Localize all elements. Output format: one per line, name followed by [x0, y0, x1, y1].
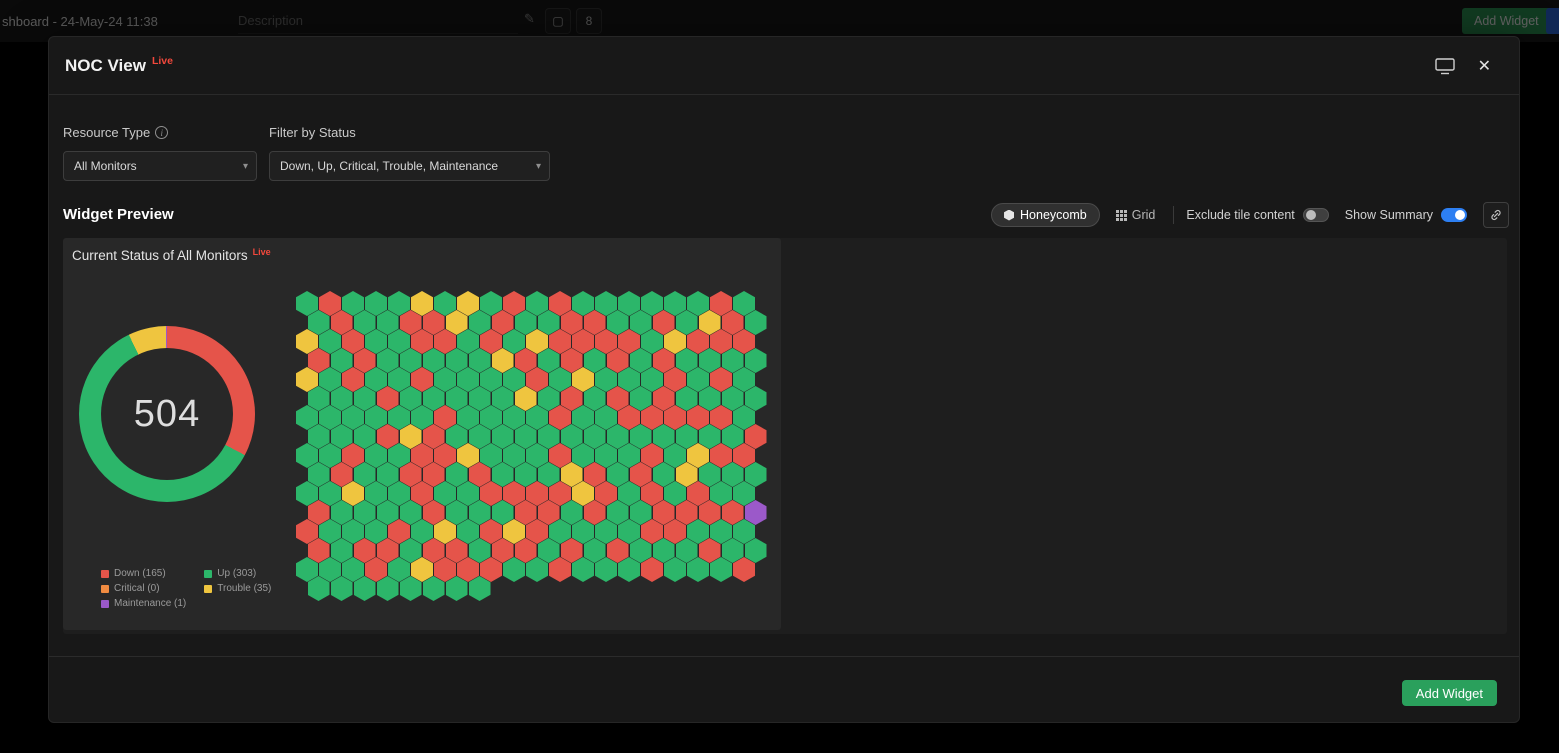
noc-widget-card: Current Status of All Monitors Live 504 D… [63, 238, 781, 630]
modal-title-text: NOC View [65, 56, 146, 75]
legend-item-maintenance: Maintenance (1) [101, 598, 186, 609]
live-badge: Live [152, 55, 173, 67]
chevron-down-icon: ▾ [536, 161, 541, 172]
widget-title-text: Current Status of All Monitors [72, 248, 248, 263]
exclude-tile-toggle[interactable] [1303, 208, 1329, 222]
view-toggle-grid[interactable]: Grid [1110, 204, 1162, 226]
grid-label: Grid [1132, 208, 1156, 222]
legend-swatch [101, 600, 109, 608]
filter-status-label-text: Filter by Status [269, 125, 356, 140]
controls-divider [1173, 206, 1174, 224]
resource-type-label: Resource Type i [63, 125, 168, 140]
legend-label: Trouble (35) [217, 583, 271, 594]
view-toggle-honeycomb[interactable]: Honeycomb [991, 203, 1100, 227]
show-summary-label: Show Summary [1345, 208, 1433, 222]
legend-item-up: Up (303) [204, 568, 271, 579]
link-icon [1489, 208, 1503, 222]
donut-chart[interactable]: 504 [79, 326, 255, 502]
legend-swatch [101, 585, 109, 593]
legend-item-critical: Critical (0) [101, 583, 186, 594]
preview-controls: Honeycomb Grid Exclude tile content Show… [991, 200, 1509, 230]
legend-label: Maintenance (1) [114, 598, 186, 609]
legend-label: Down (165) [114, 568, 166, 579]
grid-icon [1116, 210, 1127, 221]
link-button[interactable] [1483, 202, 1509, 228]
resource-type-dropdown[interactable]: All Monitors ▾ [63, 151, 257, 181]
add-widget-button[interactable]: Add Widget [1402, 680, 1497, 706]
close-icon[interactable]: ✕ [1478, 56, 1491, 75]
legend-item-down: Down (165) [101, 568, 186, 579]
honeycomb-chart [296, 291, 766, 606]
widget-live-badge: Live [253, 247, 271, 257]
info-icon: i [155, 126, 168, 139]
filter-status-value: Down, Up, Critical, Trouble, Maintenance [280, 159, 498, 173]
modal-title: NOC View Live [65, 56, 173, 76]
toggle-knob [1455, 210, 1465, 220]
resource-type-value: All Monitors [74, 159, 137, 173]
legend-swatch [204, 585, 212, 593]
legend-swatch [101, 570, 109, 578]
honeycomb-icon [1004, 210, 1014, 221]
honeycomb-label: Honeycomb [1020, 208, 1087, 222]
chevron-down-icon: ▾ [243, 161, 248, 172]
tv-mode-icon[interactable] [1435, 58, 1455, 80]
resource-type-label-text: Resource Type [63, 125, 150, 140]
footer-divider [49, 656, 1519, 657]
legend-label: Critical (0) [114, 583, 160, 594]
legend-label: Up (303) [217, 568, 256, 579]
filter-status-dropdown[interactable]: Down, Up, Critical, Trouble, Maintenance… [269, 151, 550, 181]
widget-title: Current Status of All Monitors Live [72, 248, 271, 263]
noc-view-modal: NOC View Live ✕ Resource Type i Filter by… [48, 36, 1520, 723]
toggle-knob [1306, 210, 1316, 220]
legend: Down (165) Up (303) Critical (0) Trouble (3… [101, 568, 271, 609]
donut-total-value: 504 [134, 393, 200, 436]
show-summary-toggle[interactable] [1441, 208, 1467, 222]
modal-header: NOC View Live ✕ [49, 37, 1519, 95]
screen: shboard - 24-May-24 11:38 ✎ ▢ 8 Add Widg… [0, 0, 1559, 753]
exclude-tile-label: Exclude tile content [1186, 208, 1294, 222]
filter-status-label: Filter by Status [269, 125, 356, 140]
widget-preview-heading: Widget Preview [63, 206, 174, 223]
widget-preview-area: Current Status of All Monitors Live 504 D… [63, 238, 1507, 634]
donut-hole: 504 [101, 348, 233, 480]
legend-swatch [204, 570, 212, 578]
legend-item-trouble: Trouble (35) [204, 583, 271, 594]
